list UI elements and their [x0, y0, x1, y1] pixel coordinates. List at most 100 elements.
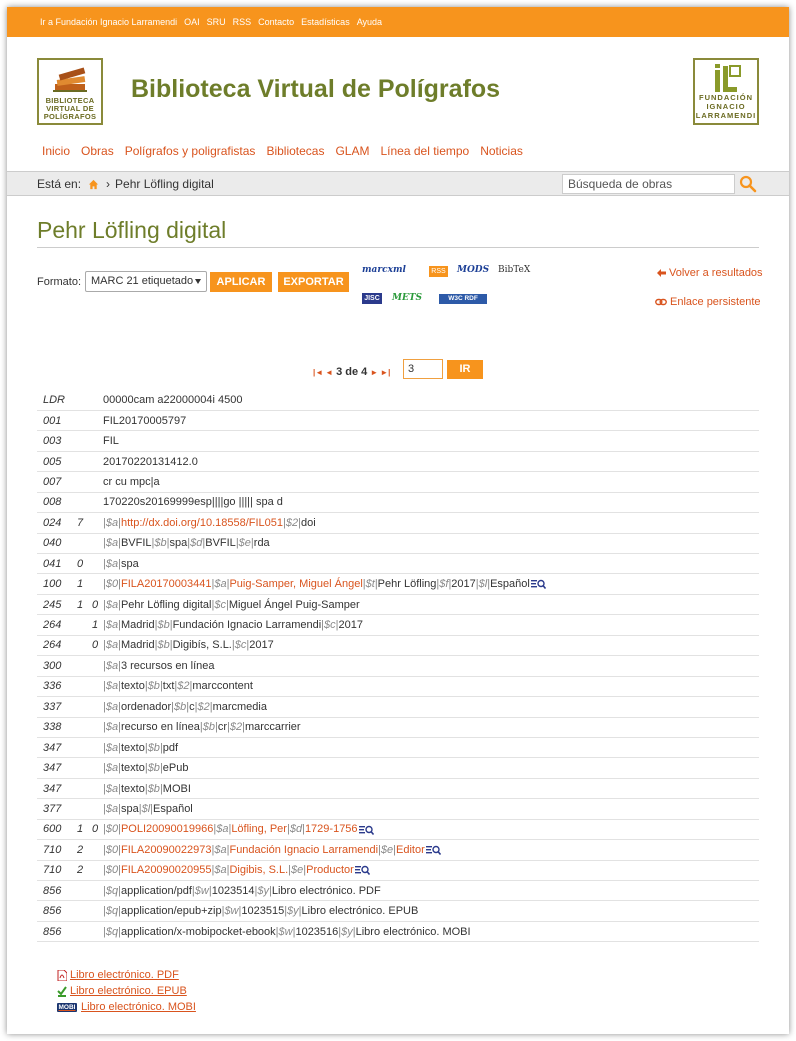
nav-inicio[interactable]: Inicio	[42, 144, 70, 158]
nav-bibliotecas[interactable]: Bibliotecas	[266, 144, 324, 158]
marc-indicator-1	[73, 492, 87, 514]
go-button[interactable]: IR	[447, 360, 483, 379]
subfield-link[interactable]: Editor	[396, 844, 425, 856]
bibtex-icon[interactable]: BibTeX	[498, 265, 530, 277]
breadcrumb-separator: ›	[106, 177, 111, 191]
subfield-value: ordenador	[120, 700, 172, 713]
first-page-icon[interactable]: |◄	[313, 368, 323, 377]
subfield-link[interactable]: Puig-Samper, Miguel Ángel	[229, 578, 362, 590]
marc-tag: 041	[37, 553, 73, 575]
topbar-link-sru[interactable]: SRU	[207, 17, 226, 27]
marc-field-row: 300 |$a|3 recursos en línea	[37, 655, 759, 677]
marc-tag: 347	[37, 757, 73, 779]
subfield-code: $b	[173, 700, 187, 713]
prev-page-icon[interactable]: ◄	[325, 368, 333, 377]
file-link-epub[interactable]: Libro electrónico. EPUB	[57, 983, 196, 999]
topbar-link-ayuda[interactable]: Ayuda	[357, 17, 382, 27]
subfield-code: $a	[105, 700, 119, 713]
marc-indicator-2: 0	[87, 635, 103, 657]
marc-tag: 040	[37, 533, 73, 555]
marc-indicator-1	[73, 451, 87, 473]
fil-logo[interactable]: FUNDACIÓN IGNACIO LARRAMENDI	[693, 58, 759, 125]
permalink-link[interactable]: Enlace persistente	[655, 296, 761, 308]
w3c-rdf-icon[interactable]: W3C RDF	[439, 294, 487, 304]
marc-indicator-2	[87, 553, 103, 575]
subfield-link[interactable]: FILA20090022973	[121, 844, 212, 856]
topbar-link-estadisticas[interactable]: Estadísticas	[301, 17, 350, 27]
subfield-code: $a	[216, 823, 229, 836]
mets-icon[interactable]: METS	[392, 293, 422, 305]
marc-indicator-2	[87, 655, 103, 677]
topbar-link-larramendi[interactable]: Ir a Fundación Ignacio Larramendi	[40, 17, 177, 27]
marc-tag: 245	[37, 594, 73, 616]
subfield-link[interactable]: Löfling, Per	[231, 823, 287, 835]
subfield-link[interactable]: FILA20170003441	[121, 578, 212, 590]
file-link-mobi[interactable]: MOBI Libro electrónico. MOBI	[57, 999, 196, 1015]
search-input[interactable]	[562, 174, 735, 194]
authority-search-icon[interactable]	[425, 845, 441, 855]
subfield-code: $a	[214, 843, 227, 856]
back-to-results-link[interactable]: Volver a resultados	[657, 267, 763, 279]
marc-indicator-1	[73, 410, 87, 432]
page-number-input[interactable]	[403, 359, 443, 379]
subfield-code: $d	[289, 823, 303, 836]
subfield-link[interactable]: http://dx.doi.org/10.18558/FIL051	[121, 517, 283, 529]
marc-indicator-2	[87, 860, 103, 882]
marc-indicator-2	[87, 492, 103, 514]
subfield-link[interactable]: Digibis, S.L.	[229, 864, 288, 876]
topbar-link-oai[interactable]: OAI	[184, 17, 200, 27]
subfield-code: $y	[341, 925, 353, 938]
subfield-code: $0	[105, 864, 119, 877]
subfield-link[interactable]: 1729-1756	[305, 823, 358, 835]
subfield-value: Libro electrónico. MOBI	[355, 925, 471, 938]
marc-field-row: 347 |$a|texto|$b|MOBI	[37, 778, 759, 800]
top-bar: Ir a Fundación Ignacio Larramendi OAI SR…	[7, 7, 789, 37]
export-button[interactable]: EXPORTAR	[278, 272, 349, 292]
topbar-link-rss[interactable]: RSS	[233, 17, 252, 27]
file-link-pdf[interactable]: Libro electrónico. PDF	[57, 967, 196, 983]
authority-search-icon[interactable]	[530, 579, 546, 590]
marc-tag: 336	[37, 676, 73, 698]
bvp-logo-text: BIBLIOTECA VIRTUAL DE POLÍGRAFOS	[39, 97, 101, 121]
record-pager: |◄ ◄ 3 de 4 ► ►|	[312, 362, 391, 382]
nav-obras[interactable]: Obras	[81, 144, 114, 158]
nav-linea-tiempo[interactable]: Línea del tiempo	[380, 144, 469, 158]
topbar-link-contacto[interactable]: Contacto	[258, 17, 294, 27]
last-page-icon[interactable]: ►|	[380, 368, 390, 377]
marc-value: |$a|Madrid|$b|Fundación Ignacio Larramen…	[103, 614, 759, 636]
subfield-value: marccarrier	[244, 721, 301, 734]
breadcrumb-prefix: Está en:	[37, 177, 82, 191]
search-icon[interactable]	[739, 175, 757, 193]
site-title[interactable]: Biblioteca Virtual de Polígrafos	[131, 75, 500, 104]
authority-search-icon[interactable]	[354, 865, 370, 876]
subfield-link[interactable]: Productor	[306, 864, 354, 876]
subfield-code: $a	[105, 639, 119, 652]
bvp-logo[interactable]: BIBLIOTECA VIRTUAL DE POLÍGRAFOS	[37, 58, 103, 125]
jisc-icon[interactable]: JISC	[362, 293, 382, 304]
apply-button[interactable]: APLICAR	[210, 272, 272, 292]
subfield-link[interactable]: POLI20090019966	[121, 823, 213, 835]
next-page-icon[interactable]: ►	[370, 368, 378, 377]
nav-glam[interactable]: GLAM	[335, 144, 369, 158]
subfield-code: $a	[105, 782, 119, 795]
subfield-value: BVFIL	[205, 537, 236, 550]
rss-icon[interactable]: RSS	[429, 266, 448, 277]
subfield-link[interactable]: Fundación Ignacio Larramendi	[229, 844, 378, 856]
format-select[interactable]: MARC 21 etiquetado	[85, 271, 207, 292]
nav-poligrafos[interactable]: Polígrafos y poligrafistas	[125, 144, 256, 158]
marc-tag: 008	[37, 492, 73, 514]
subfield-code: $a	[214, 578, 227, 591]
nav-noticias[interactable]: Noticias	[480, 144, 523, 158]
subfield-code: $a	[105, 619, 119, 632]
marc-tag: 377	[37, 798, 73, 820]
authority-search-icon[interactable]	[358, 825, 374, 835]
marc-value: |$a|3 recursos en línea	[103, 655, 759, 677]
marcxml-icon[interactable]: marcxml	[362, 265, 406, 277]
subfield-value: 1023516	[295, 925, 339, 938]
subfield-link[interactable]: FILA20090020955	[121, 864, 212, 876]
mods-icon[interactable]: MODS	[457, 265, 489, 277]
subfield-value: 20170220131412.0	[103, 455, 198, 468]
marc-field-row: 347 |$a|texto|$b|pdf	[37, 737, 759, 759]
subfield-value: texto	[120, 782, 145, 795]
home-icon[interactable]	[88, 179, 99, 190]
